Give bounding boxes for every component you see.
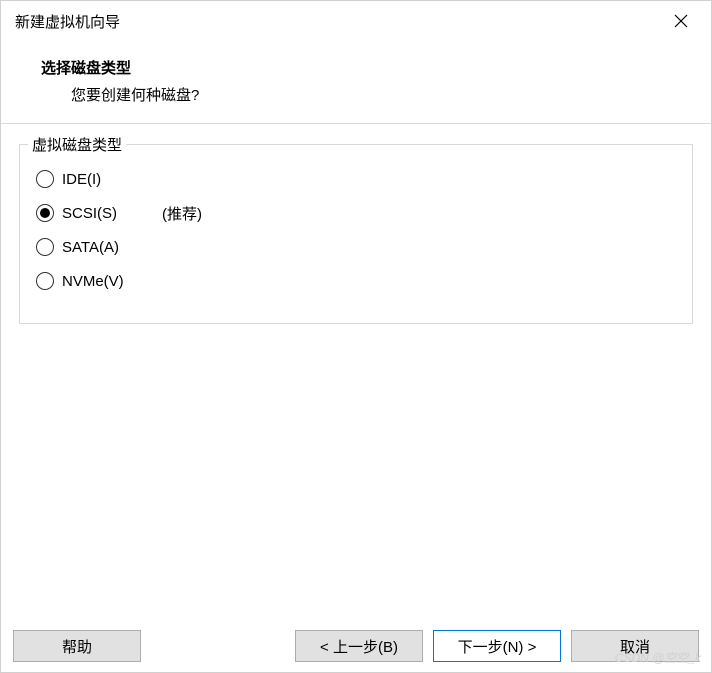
radio-row-ide: IDE(I) bbox=[36, 165, 676, 193]
window-title: 新建虚拟机向导 bbox=[15, 11, 120, 32]
wizard-header: 选择磁盘类型 您要创建何种磁盘? bbox=[1, 41, 711, 123]
back-button[interactable]: < 上一步(B) bbox=[295, 630, 423, 662]
radio-sata[interactable] bbox=[36, 238, 54, 256]
radio-note-scsi: (推荐) bbox=[162, 203, 202, 224]
cancel-button[interactable]: 取消 bbox=[571, 630, 699, 662]
close-icon bbox=[674, 14, 688, 28]
radio-nvme[interactable] bbox=[36, 272, 54, 290]
radio-row-scsi: SCSI(S) (推荐) bbox=[36, 199, 676, 227]
next-button[interactable]: 下一步(N) > bbox=[433, 630, 561, 662]
radio-label-ide[interactable]: IDE(I) bbox=[62, 171, 152, 188]
page-subtitle: 您要创建何种磁盘? bbox=[41, 84, 671, 105]
radio-label-nvme[interactable]: NVMe(V) bbox=[62, 273, 152, 290]
radio-row-sata: SATA(A) bbox=[36, 233, 676, 261]
button-bar: 帮助 < 上一步(B) 下一步(N) > 取消 bbox=[1, 620, 711, 672]
close-button[interactable] bbox=[665, 5, 697, 37]
fieldset-legend: 虚拟磁盘类型 bbox=[28, 134, 126, 155]
radio-ide[interactable] bbox=[36, 170, 54, 188]
title-bar: 新建虚拟机向导 bbox=[1, 1, 711, 41]
disk-type-fieldset: 虚拟磁盘类型 IDE(I) SCSI(S) (推荐) SATA(A) NVMe(… bbox=[19, 144, 693, 324]
radio-label-sata[interactable]: SATA(A) bbox=[62, 239, 152, 256]
radio-scsi[interactable] bbox=[36, 204, 54, 222]
radio-row-nvme: NVMe(V) bbox=[36, 267, 676, 295]
content-area: 虚拟磁盘类型 IDE(I) SCSI(S) (推荐) SATA(A) NVMe(… bbox=[1, 124, 711, 334]
page-title: 选择磁盘类型 bbox=[41, 57, 671, 78]
help-button[interactable]: 帮助 bbox=[13, 630, 141, 662]
radio-label-scsi[interactable]: SCSI(S) bbox=[62, 205, 152, 222]
